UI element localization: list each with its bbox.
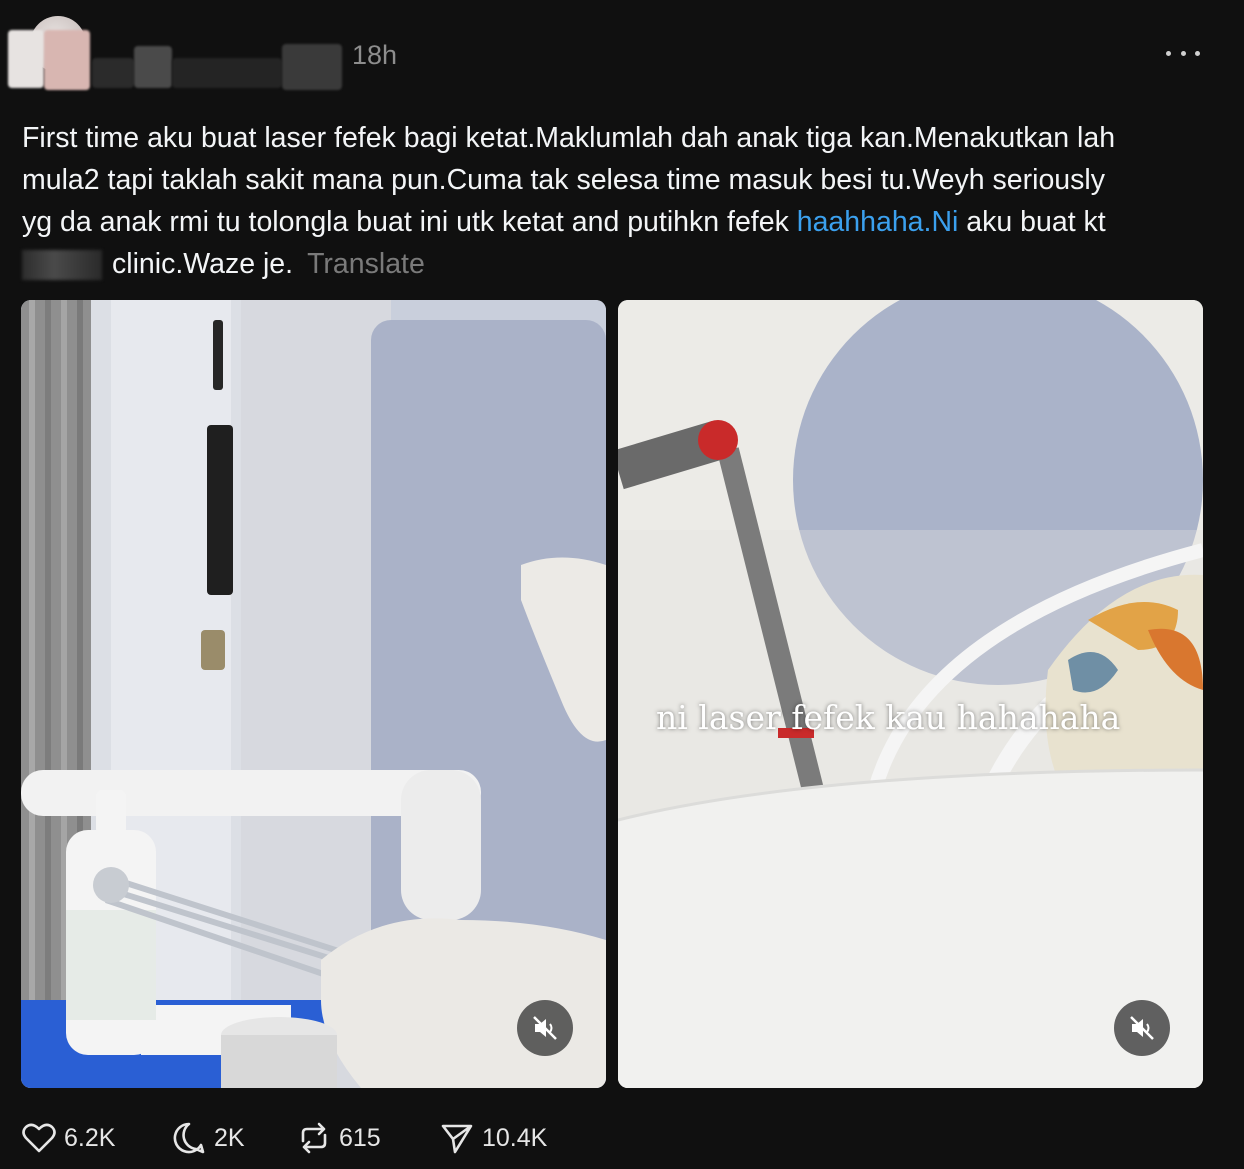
reply-button[interactable]: 2K xyxy=(172,1118,245,1158)
video-thumbnail-clinic-room[interactable] xyxy=(21,300,606,1088)
clinic-room-illustration xyxy=(21,300,606,1088)
reply-count: 2K xyxy=(214,1123,245,1152)
post-text-segment: aku buat kt xyxy=(958,206,1106,238)
comment-icon xyxy=(173,1122,205,1154)
redacted-username xyxy=(92,58,134,88)
post-text-line: yg da anak rmi tu tolongla buat ini utk … xyxy=(22,201,1222,243)
post-text-segment: yg da anak rmi tu tolongla buat ini utk … xyxy=(22,206,797,238)
like-button[interactable]: 6.2K xyxy=(22,1118,115,1158)
redacted-username xyxy=(282,44,342,90)
translate-link[interactable]: Translate xyxy=(307,248,425,280)
post-text-line: First time aku buat laser fefek bagi ket… xyxy=(22,122,1116,154)
heart-icon xyxy=(22,1123,56,1153)
redacted-username xyxy=(134,46,172,88)
repost-button[interactable]: 615 xyxy=(297,1118,381,1158)
send-icon xyxy=(441,1124,473,1154)
post-text-segment: clinic.Waze je. xyxy=(112,248,294,280)
thread-post: 18h First time aku buat laser fefek bagi… xyxy=(0,0,1244,1169)
repost-icon xyxy=(301,1122,327,1154)
post-text-line: clinic.Waze je. Translate xyxy=(22,243,1222,285)
post-timestamp: 18h xyxy=(352,40,398,70)
redacted-username xyxy=(8,30,44,88)
repost-count: 615 xyxy=(339,1123,381,1152)
mute-button[interactable] xyxy=(517,1000,573,1056)
post-text-line: mula2 tapi taklah sakit mana pun.Cuma ta… xyxy=(22,164,1105,196)
share-button[interactable]: 10.4K xyxy=(440,1118,547,1158)
video-caption: ni laser fefek kau hahahaha xyxy=(656,698,1121,737)
video-thumbnail-laser[interactable]: ni laser fefek kau hahahaha xyxy=(618,300,1203,1088)
hashtag-link[interactable]: haahhaha.Ni xyxy=(797,206,959,238)
redacted-username xyxy=(44,30,90,90)
like-count: 6.2K xyxy=(64,1123,116,1152)
post-text: First time aku buat laser fefek bagi ket… xyxy=(22,117,1222,285)
mute-button[interactable] xyxy=(1114,1000,1170,1056)
share-count: 10.4K xyxy=(482,1123,548,1152)
redacted-clinic-name xyxy=(22,250,102,281)
laser-scene-illustration xyxy=(618,300,1203,1088)
volume-mute-icon xyxy=(1130,1016,1154,1040)
more-icon[interactable] xyxy=(1166,38,1200,68)
redacted-username xyxy=(172,58,282,88)
volume-mute-icon xyxy=(533,1016,557,1040)
